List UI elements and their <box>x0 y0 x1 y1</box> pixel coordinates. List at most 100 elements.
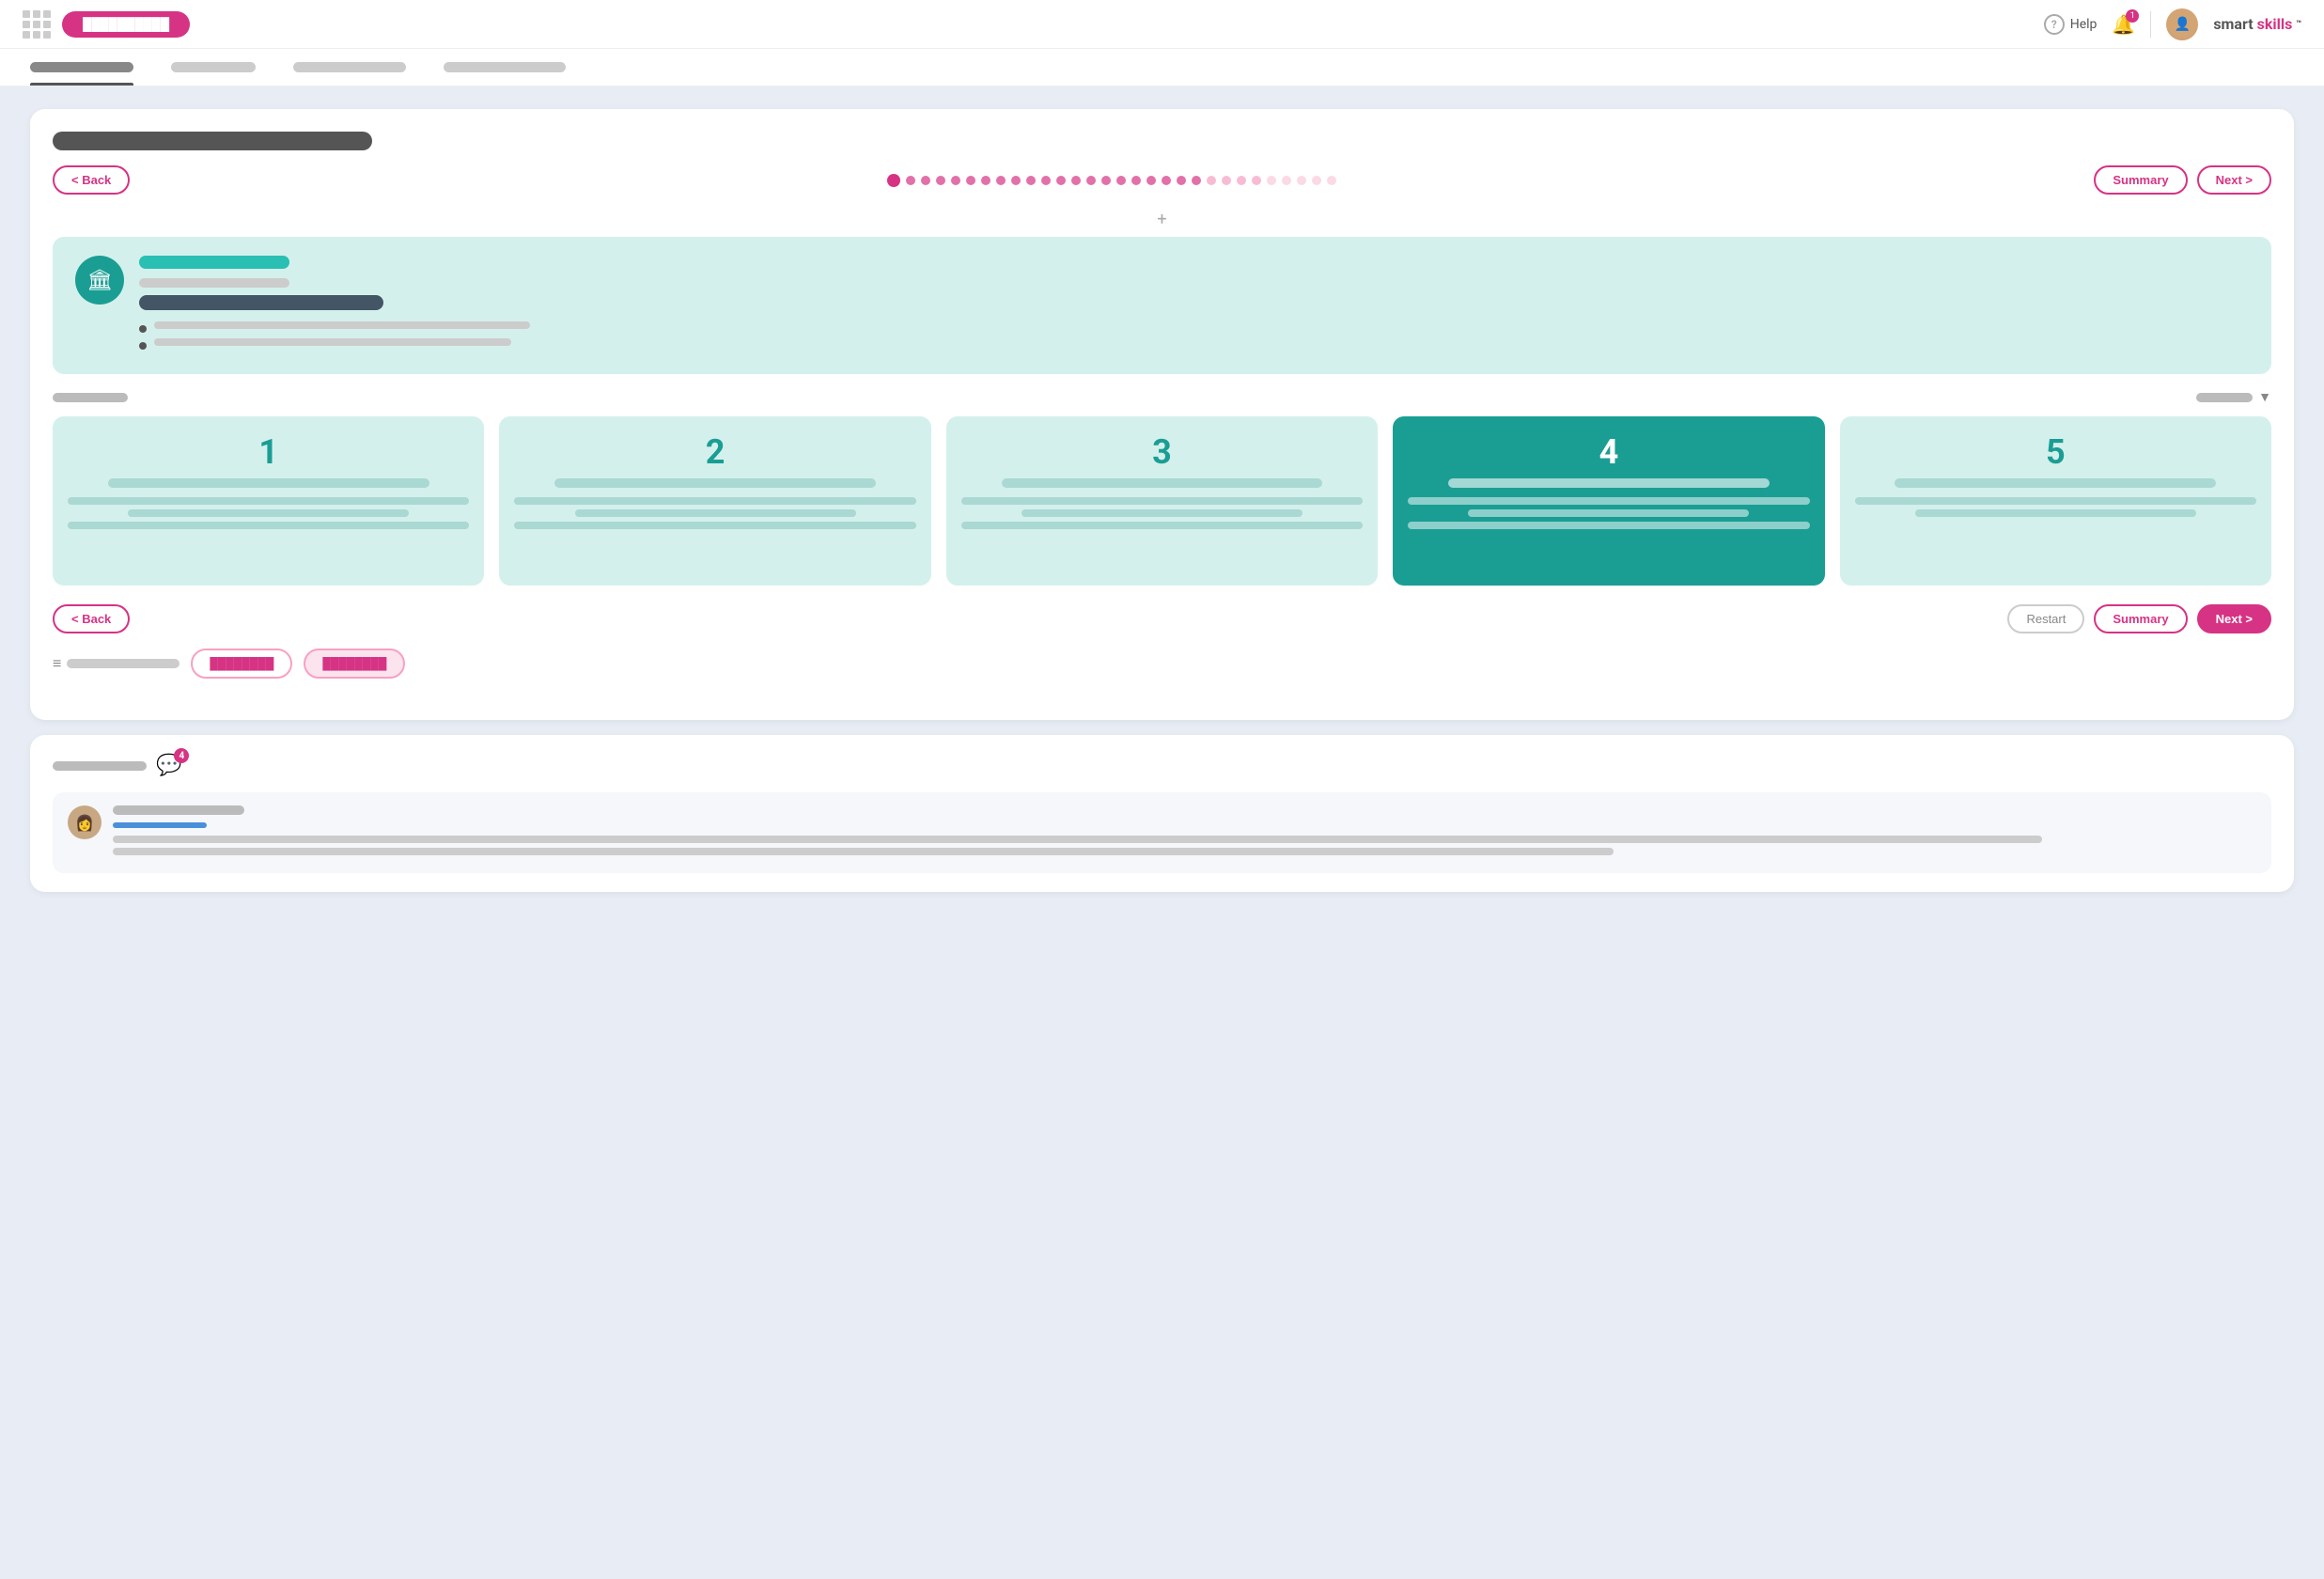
dot-17[interactable] <box>1131 176 1141 185</box>
dot-4[interactable] <box>936 176 945 185</box>
notifications-button[interactable]: 🔔 1 <box>2112 13 2135 36</box>
option-card-2[interactable]: 2 <box>499 416 930 586</box>
dot-3[interactable] <box>921 176 930 185</box>
summary-button-top[interactable]: Summary <box>2094 165 2187 195</box>
help-circle-icon: ? <box>2044 14 2065 35</box>
option-desc-5 <box>1855 497 2256 522</box>
dot-5[interactable] <box>951 176 960 185</box>
content-icon: 🏛 <box>75 256 124 305</box>
option-number-3: 3 <box>1152 435 1172 469</box>
bottom-right-buttons: Restart Summary Next > <box>2007 604 2271 633</box>
option-line-3a <box>961 497 1363 505</box>
dot-2[interactable] <box>906 176 915 185</box>
sub-tab-2[interactable] <box>171 49 256 86</box>
dot-13[interactable] <box>1071 176 1081 185</box>
content-teal-title <box>139 256 289 269</box>
comments-header: 💬 4 <box>53 754 2271 777</box>
dot-8[interactable] <box>996 176 1006 185</box>
dot-28[interactable] <box>1297 176 1306 185</box>
sub-tab-4[interactable] <box>444 49 566 86</box>
option-title-2 <box>554 478 876 488</box>
comment-avatar: 👩 <box>68 805 101 839</box>
option-line-4b <box>1468 509 1749 517</box>
option-card-1[interactable]: 1 <box>53 416 484 586</box>
comments-icon-wrapper: 💬 4 <box>156 754 181 777</box>
bullet-line-2 <box>154 338 511 346</box>
dot-21[interactable] <box>1192 176 1201 185</box>
comments-section: 💬 4 👩 <box>30 735 2294 892</box>
restart-button[interactable]: Restart <box>2007 604 2084 633</box>
top-nav: ██████████ ? Help 🔔 1 👤 smartskills™ <box>0 0 2324 49</box>
next-button-bottom[interactable]: Next > <box>2197 604 2271 633</box>
filter-pill-2[interactable]: ████████ <box>304 649 405 679</box>
dot-22[interactable] <box>1207 176 1216 185</box>
dot-7[interactable] <box>981 176 990 185</box>
dot-6[interactable] <box>966 176 975 185</box>
comment-badge: 4 <box>174 748 189 763</box>
chevron-down-icon: ▼ <box>2258 389 2271 405</box>
dot-14[interactable] <box>1086 176 1096 185</box>
logo-smart-text: smart <box>2213 15 2253 33</box>
back-button-bottom[interactable]: < Back <box>53 604 130 633</box>
dot-27[interactable] <box>1282 176 1291 185</box>
logo-tm: ™ <box>2296 20 2301 29</box>
bottom-nav-row: < Back Restart Summary Next > <box>53 604 2271 633</box>
avatar-image: 👤 <box>2166 8 2198 40</box>
option-card-5[interactable]: 5 <box>1840 416 2271 586</box>
dot-15[interactable] <box>1101 176 1111 185</box>
next-button-top[interactable]: Next > <box>2197 165 2271 195</box>
help-button[interactable]: ? Help <box>2044 14 2098 35</box>
sub-tab-4-label <box>444 62 566 72</box>
option-line-3b <box>1022 509 1302 517</box>
option-line-1b <box>128 509 409 517</box>
dot-11[interactable] <box>1041 176 1051 185</box>
comment-text-bar-2 <box>113 848 1614 855</box>
dot-26[interactable] <box>1267 176 1276 185</box>
option-card-4[interactable]: 4 <box>1393 416 1824 586</box>
sort-control[interactable]: ▼ <box>2196 389 2271 405</box>
content-subtitle <box>139 278 289 288</box>
dot-20[interactable] <box>1177 176 1186 185</box>
options-grid: 1 2 3 <box>53 416 2271 586</box>
dot-9[interactable] <box>1011 176 1021 185</box>
back-button-top[interactable]: < Back <box>53 165 130 195</box>
notification-badge: 1 <box>2126 9 2139 23</box>
top-nav-right: ? Help 🔔 1 👤 smartskills™ <box>2044 8 2301 40</box>
progress-header <box>53 132 2271 150</box>
dot-23[interactable] <box>1222 176 1231 185</box>
dot-16[interactable] <box>1116 176 1126 185</box>
option-line-5b <box>1915 509 2196 517</box>
dot-12[interactable] <box>1056 176 1066 185</box>
dot-19[interactable] <box>1162 176 1171 185</box>
app-pill[interactable]: ██████████ <box>62 11 190 38</box>
option-line-2a <box>514 497 915 505</box>
summary-button-bottom[interactable]: Summary <box>2094 604 2187 633</box>
option-desc-4 <box>1408 497 1809 534</box>
sub-tab-1[interactable] <box>30 49 133 86</box>
option-title-5 <box>1895 478 2216 488</box>
dot-30[interactable] <box>1327 176 1336 185</box>
dot-10[interactable] <box>1026 176 1036 185</box>
option-desc-3 <box>961 497 1363 534</box>
dot-29[interactable] <box>1312 176 1321 185</box>
comments-label-bar <box>53 761 147 771</box>
option-desc-1 <box>68 497 469 534</box>
options-label-bar <box>53 393 128 402</box>
bullet-2 <box>139 338 2249 350</box>
avatar[interactable]: 👤 <box>2166 8 2198 40</box>
comment-blue-bar <box>113 822 207 828</box>
nav-row: < Back <box>53 165 2271 195</box>
sub-tab-3[interactable] <box>293 49 406 86</box>
dot-24[interactable] <box>1237 176 1246 185</box>
filter-pill-1[interactable]: ████████ <box>191 649 292 679</box>
plus-icon[interactable]: + <box>1157 210 1166 229</box>
progress-dots <box>130 174 2094 187</box>
dot-25[interactable] <box>1252 176 1261 185</box>
dot-1[interactable] <box>887 174 900 187</box>
dot-18[interactable] <box>1146 176 1156 185</box>
grid-icon[interactable] <box>23 10 51 39</box>
plus-row: + <box>53 210 2271 229</box>
question-title-bar <box>53 132 372 150</box>
option-title-1 <box>108 478 429 488</box>
option-card-3[interactable]: 3 <box>946 416 1378 586</box>
